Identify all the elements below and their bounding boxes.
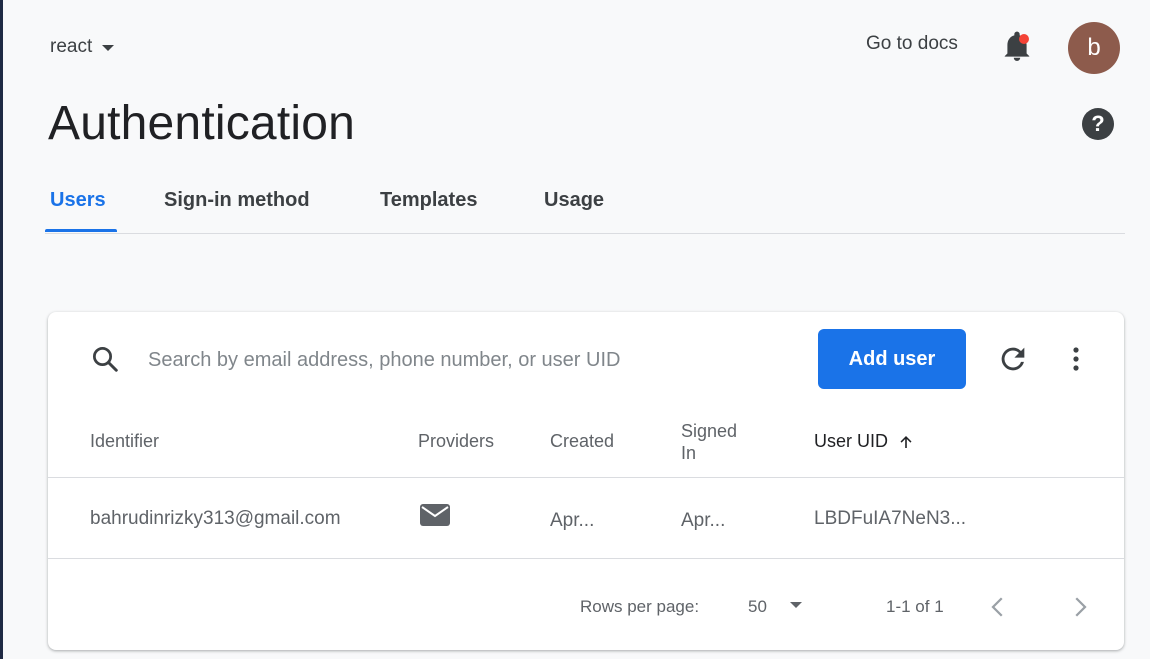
notification-badge (1019, 34, 1029, 44)
column-header-signed-in[interactable]: Signed In (681, 420, 751, 464)
cell-user-uid: LBDFuIA7NeN3... (814, 508, 967, 529)
go-to-docs-link[interactable]: Go to docs (866, 33, 958, 55)
search-input[interactable] (146, 342, 710, 378)
rows-per-page-value: 50 (748, 597, 767, 616)
mail-icon (420, 504, 450, 526)
notifications-button[interactable] (1004, 30, 1030, 62)
tab-users[interactable]: Users (50, 189, 106, 212)
cell-identifier: bahrudinrizky313@gmail.com (90, 508, 341, 529)
window-edge (0, 0, 3, 659)
search-icon (93, 347, 118, 372)
project-selector[interactable]: react (50, 36, 115, 58)
tab-templates[interactable]: Templates (380, 189, 477, 212)
column-header-created[interactable]: Created (550, 431, 614, 452)
next-page-icon[interactable] (1065, 592, 1095, 622)
tab-bar: Users Sign-in method Templates Usage (45, 183, 1125, 234)
column-header-identifier[interactable]: Identifier (90, 431, 159, 452)
column-header-user-uid-label: User UID (814, 431, 889, 451)
arrow-up-icon (900, 435, 912, 448)
active-tab-indicator (45, 229, 117, 232)
account-avatar[interactable]: b (1068, 22, 1120, 74)
tab-usage[interactable]: Usage (544, 189, 604, 212)
users-card: Add user Identifier Providers Created Si… (48, 312, 1124, 650)
refresh-icon[interactable] (996, 342, 1030, 376)
cell-signed-in: Apr... (681, 510, 726, 531)
chevron-down-icon (102, 45, 115, 51)
column-header-providers: Providers (418, 431, 495, 451)
chevron-down-icon (790, 602, 802, 608)
avatar-letter: b (1087, 34, 1101, 61)
cell-created: Apr... (550, 510, 595, 531)
tab-sign-in-method[interactable]: Sign-in method (164, 189, 310, 212)
project-name: react (50, 36, 93, 57)
help-button[interactable]: ? (1082, 108, 1114, 140)
previous-page-icon[interactable] (983, 592, 1013, 622)
table-row-divider (48, 558, 1124, 559)
more-vert-icon[interactable] (1064, 342, 1088, 376)
page-title: Authentication (48, 97, 356, 150)
column-header-user-uid[interactable]: User UID (814, 431, 914, 452)
pagination-range: 1-1 of 1 (886, 597, 944, 616)
rows-per-page-label: Rows per page: (580, 597, 700, 616)
table-header-divider (48, 477, 1124, 478)
add-user-button[interactable]: Add user (818, 329, 966, 389)
help-icon: ? (1091, 111, 1105, 136)
